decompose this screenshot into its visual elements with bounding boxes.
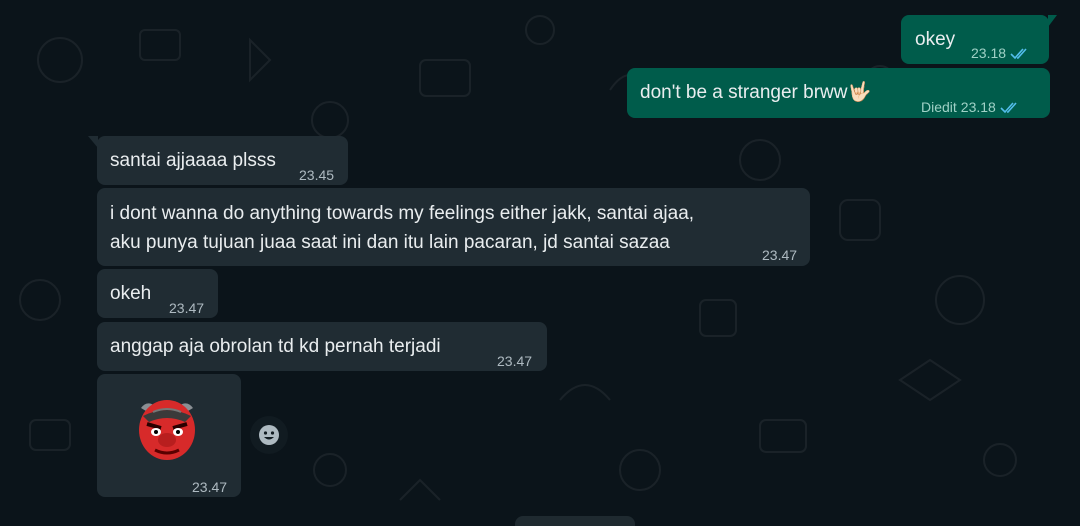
message-incoming[interactable]: anggap aja obrolan td kd pernah terjadi … xyxy=(97,322,547,371)
message-incoming[interactable]: i dont wanna do anything towards my feel… xyxy=(97,188,810,266)
double-check-icon xyxy=(1000,101,1017,113)
message-text-body: don't be a stranger brww xyxy=(640,82,848,103)
edited-label: Diedit xyxy=(921,99,957,115)
message-text: don't be a stranger brww🤟🏻 xyxy=(640,78,871,107)
next-item-partial xyxy=(515,516,635,526)
message-meta: 23.18 xyxy=(971,39,1030,68)
message-text: okeh xyxy=(110,283,152,304)
add-reaction-button[interactable] xyxy=(250,416,288,454)
message-text-line: aku punya tujuan juaa saat ini dan itu l… xyxy=(110,232,670,253)
bubble-tail xyxy=(1048,15,1057,27)
bubble-tail xyxy=(88,136,98,148)
double-check-icon xyxy=(1010,47,1027,59)
message-time: 23.47 xyxy=(762,247,798,263)
message-time: 23.47 xyxy=(192,479,228,495)
message-incoming-sticker[interactable]: 23.47 xyxy=(97,374,241,497)
message-text-line: i dont wanna do anything towards my feel… xyxy=(110,203,695,224)
message-text: anggap aja obrolan td kd pernah terjadi xyxy=(110,336,441,357)
message-time: 23.45 xyxy=(299,167,335,183)
message-incoming[interactable]: santai ajjaaaa plsss 23.45 xyxy=(88,136,348,185)
smiley-icon xyxy=(259,425,279,445)
love-you-gesture-emoji: 🤟🏻 xyxy=(847,82,872,103)
message-meta: Diedit 23.18 xyxy=(921,93,1020,122)
red-ogre-emoji xyxy=(139,400,195,460)
message-time: 23.18 xyxy=(960,99,996,115)
message-time: 23.18 xyxy=(971,45,1007,61)
message-outgoing[interactable]: okey 23.18 xyxy=(901,15,1057,64)
message-outgoing[interactable]: don't be a stranger brww🤟🏻 Diedit 23.18 xyxy=(627,68,1050,118)
message-text: santai ajjaaaa plsss xyxy=(110,150,276,171)
message-time: 23.47 xyxy=(169,300,205,316)
message-incoming[interactable]: okeh 23.47 xyxy=(97,269,218,318)
message-text: okey xyxy=(915,29,956,50)
message-time: 23.47 xyxy=(497,353,533,369)
